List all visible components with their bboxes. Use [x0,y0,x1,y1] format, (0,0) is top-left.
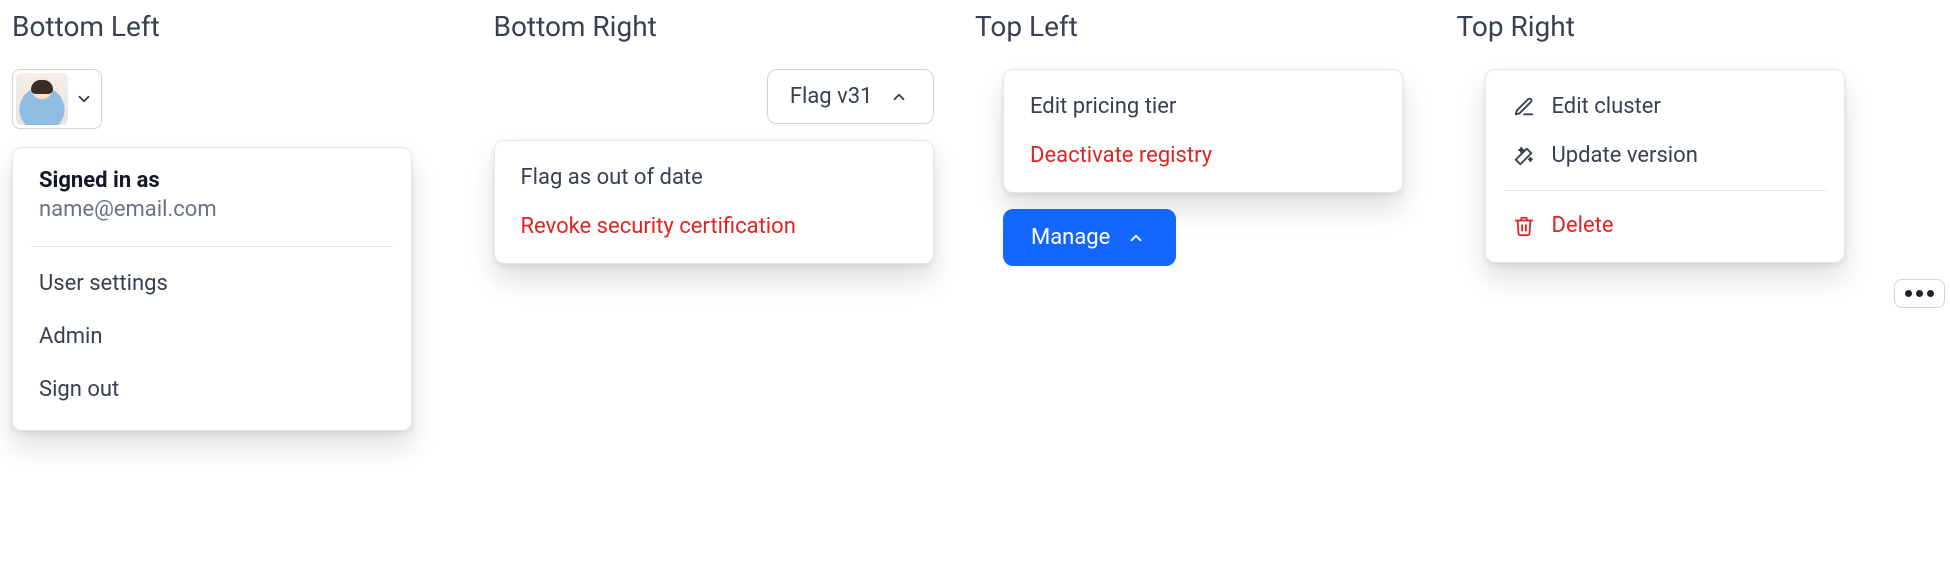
signed-in-as-label: Signed in as [39,168,385,193]
manage-trigger[interactable]: Manage [1003,209,1176,266]
col-title-bottom-left: Bottom Left [12,10,494,43]
menu-item-user-settings[interactable]: User settings [13,257,411,310]
menu-item-deactivate-registry[interactable]: Deactivate registry [1004,131,1402,180]
menu-item-flag-out-of-date[interactable]: Flag as out of date [495,153,933,202]
menu-item-edit-cluster-label: Edit cluster [1552,94,1661,119]
magic-wand-icon [1512,144,1536,168]
col-title-top-left: Top Left [975,10,1457,43]
menu-item-edit-pricing[interactable]: Edit pricing tier [1004,82,1402,131]
flag-version-label: Flag v31 [790,84,873,109]
manage-label: Manage [1031,225,1110,250]
menu-item-delete-label: Delete [1552,213,1614,238]
col-bottom-left: Bottom Left Signed in as name@email.com … [12,4,494,431]
user-menu: Signed in as name@email.com User setting… [12,147,412,431]
menu-item-delete[interactable]: Delete [1486,201,1844,250]
col-title-top-right: Top Right [1457,10,1939,43]
col-top-right: Top Right Edit cluster [1457,4,1939,431]
menu-separator [31,246,393,247]
menu-item-update-version-label: Update version [1552,143,1698,168]
chevron-up-icon [887,85,911,109]
flag-version-trigger[interactable]: Flag v31 [767,69,934,124]
menu-item-update-version[interactable]: Update version [1486,131,1844,180]
chevron-down-icon [72,87,96,111]
trash-icon [1512,214,1536,238]
user-menu-header: Signed in as name@email.com [13,168,411,236]
pencil-square-icon [1512,95,1536,119]
col-top-left: Top Left Edit pricing tier Deactivate re… [975,4,1457,431]
user-email: name@email.com [39,197,385,222]
menu-item-sign-out[interactable]: Sign out [13,363,411,416]
cluster-menu: Edit cluster Update version [1485,69,1845,263]
col-bottom-right: Bottom Right Flag v31 Flag as out of dat… [494,4,976,431]
more-trigger[interactable] [1894,279,1945,308]
chevron-up-icon [1124,226,1148,250]
menu-item-admin[interactable]: Admin [13,310,411,363]
menu-separator [1504,190,1826,191]
menu-item-edit-cluster[interactable]: Edit cluster [1486,82,1844,131]
more-horizontal-icon [1905,290,1912,297]
avatar-dropdown-trigger[interactable] [12,69,102,129]
menu-item-revoke-cert[interactable]: Revoke security certification [495,202,933,251]
flag-menu: Flag as out of date Revoke security cert… [494,140,934,264]
col-title-bottom-right: Bottom Right [494,10,976,43]
avatar [16,73,68,125]
manage-menu: Edit pricing tier Deactivate registry [1003,69,1403,193]
